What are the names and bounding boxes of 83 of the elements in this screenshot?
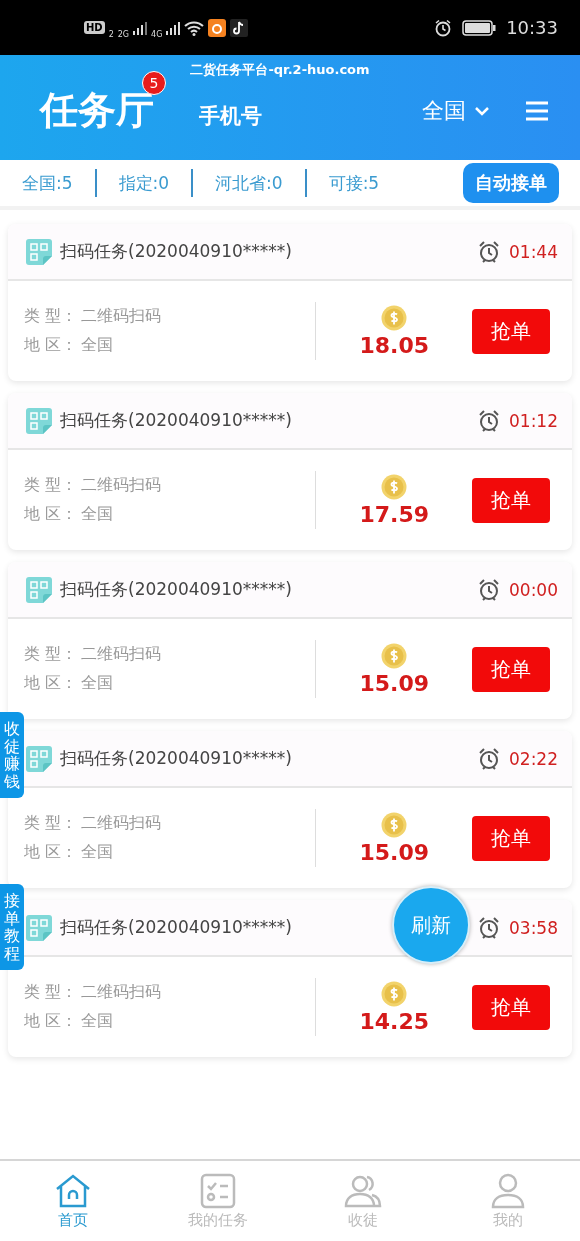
qr-code-icon	[26, 576, 52, 603]
task-type: 二维码扫码	[81, 475, 162, 496]
countdown-timer: 01:44	[509, 241, 558, 262]
grab-order-button[interactable]: 抢单	[472, 646, 550, 692]
task-title: 扫码任务(2020040910*****)	[60, 409, 292, 432]
field-label: 地 区：	[24, 673, 78, 694]
grab-order-button[interactable]: 抢单	[472, 477, 550, 523]
signal-icon	[166, 20, 181, 35]
countdown-timer: 00:00	[509, 579, 558, 600]
filter-tab[interactable]: 河北省:0	[215, 171, 283, 195]
coin-icon	[381, 980, 408, 1007]
filter-tab[interactable]: 可接:5	[328, 171, 380, 195]
task-title: 扫码任务(2020040910*****)	[60, 747, 292, 770]
field-label: 类 型：	[24, 306, 78, 327]
reward-amount: 17.59	[359, 501, 430, 527]
alarm-clock-icon	[477, 746, 501, 771]
side-tab[interactable]: 接单教程	[0, 884, 24, 971]
alarm-clock-icon	[477, 239, 501, 264]
auto-accept-button[interactable]: 自动接单	[463, 163, 559, 203]
qr-code-icon	[26, 914, 52, 941]
sim-label: 2	[108, 30, 114, 39]
reward-amount: 15.09	[359, 839, 430, 865]
reward-amount: 18.05	[359, 332, 430, 358]
coin-icon	[381, 304, 408, 331]
alarm-clock-icon	[477, 915, 501, 940]
wifi-icon	[184, 19, 205, 36]
grab-order-button[interactable]: 抢单	[472, 984, 550, 1030]
field-label: 地 区：	[24, 842, 78, 863]
phone-tab[interactable]: 手机号	[199, 101, 262, 130]
coin-icon	[381, 811, 408, 838]
countdown-timer: 03:58	[509, 917, 558, 938]
qr-code-icon	[26, 407, 52, 434]
task-type: 二维码扫码	[81, 813, 162, 834]
coin-icon	[381, 473, 408, 500]
field-label: 地 区：	[24, 504, 78, 525]
network-label: 2G	[117, 30, 130, 39]
countdown-timer: 01:12	[509, 410, 558, 431]
task-region: 全国	[81, 842, 114, 863]
field-label: 类 型：	[24, 475, 78, 496]
app-icon	[230, 18, 249, 37]
nav-tab[interactable]: 首页	[17, 1171, 128, 1231]
menu-icon[interactable]	[526, 100, 548, 121]
task-region: 全国	[81, 673, 114, 694]
field-label: 地 区：	[24, 1011, 78, 1032]
alarm-clock-icon	[477, 408, 501, 433]
field-label: 地 区：	[24, 335, 78, 356]
task-region: 全国	[81, 335, 114, 356]
nav-tab[interactable]: 我的	[452, 1171, 563, 1231]
task-region: 全国	[81, 504, 114, 525]
reward-amount: 14.25	[359, 1008, 430, 1034]
task-type: 二维码扫码	[81, 644, 162, 665]
signal-icon	[133, 20, 148, 35]
alarm-icon	[434, 18, 453, 37]
app-icon	[208, 18, 227, 37]
alarm-clock-icon	[477, 577, 501, 602]
region-dropdown[interactable]: 全国	[422, 95, 490, 126]
field-label: 类 型：	[24, 644, 78, 665]
task-title: 扫码任务(2020040910*****)	[60, 578, 292, 601]
filter-tab[interactable]: 全国:5	[22, 171, 73, 195]
qr-code-icon	[26, 238, 52, 265]
hd-label: HD	[84, 21, 105, 34]
clock-time: 10:33	[506, 17, 558, 38]
network-label: 4G	[151, 30, 163, 39]
task-title: 扫码任务(2020040910*****)	[60, 916, 292, 939]
chevron-icon	[474, 105, 490, 116]
side-tab[interactable]: 收徒赚钱	[0, 712, 24, 799]
task-region: 全国	[81, 1011, 114, 1032]
site-title: 二货任务平台-qr.2-huo.com	[189, 61, 371, 79]
countdown-timer: 02:22	[509, 748, 558, 769]
filter-tab[interactable]: 指定:0	[118, 171, 170, 195]
reward-amount: 15.09	[359, 670, 430, 696]
battery-icon	[462, 19, 497, 36]
grab-order-button[interactable]: 抢单	[472, 308, 550, 354]
field-label: 类 型：	[24, 982, 78, 1003]
task-type: 二维码扫码	[81, 306, 162, 327]
field-label: 类 型：	[24, 813, 78, 834]
task-type: 二维码扫码	[81, 982, 162, 1003]
grab-order-button[interactable]: 抢单	[472, 815, 550, 861]
task-title: 扫码任务(2020040910*****)	[60, 240, 292, 263]
nav-tab[interactable]: 我的任务	[162, 1171, 273, 1231]
qr-code-icon	[26, 745, 52, 772]
coin-icon	[381, 642, 408, 669]
nav-tab[interactable]: 收徒	[307, 1171, 418, 1231]
